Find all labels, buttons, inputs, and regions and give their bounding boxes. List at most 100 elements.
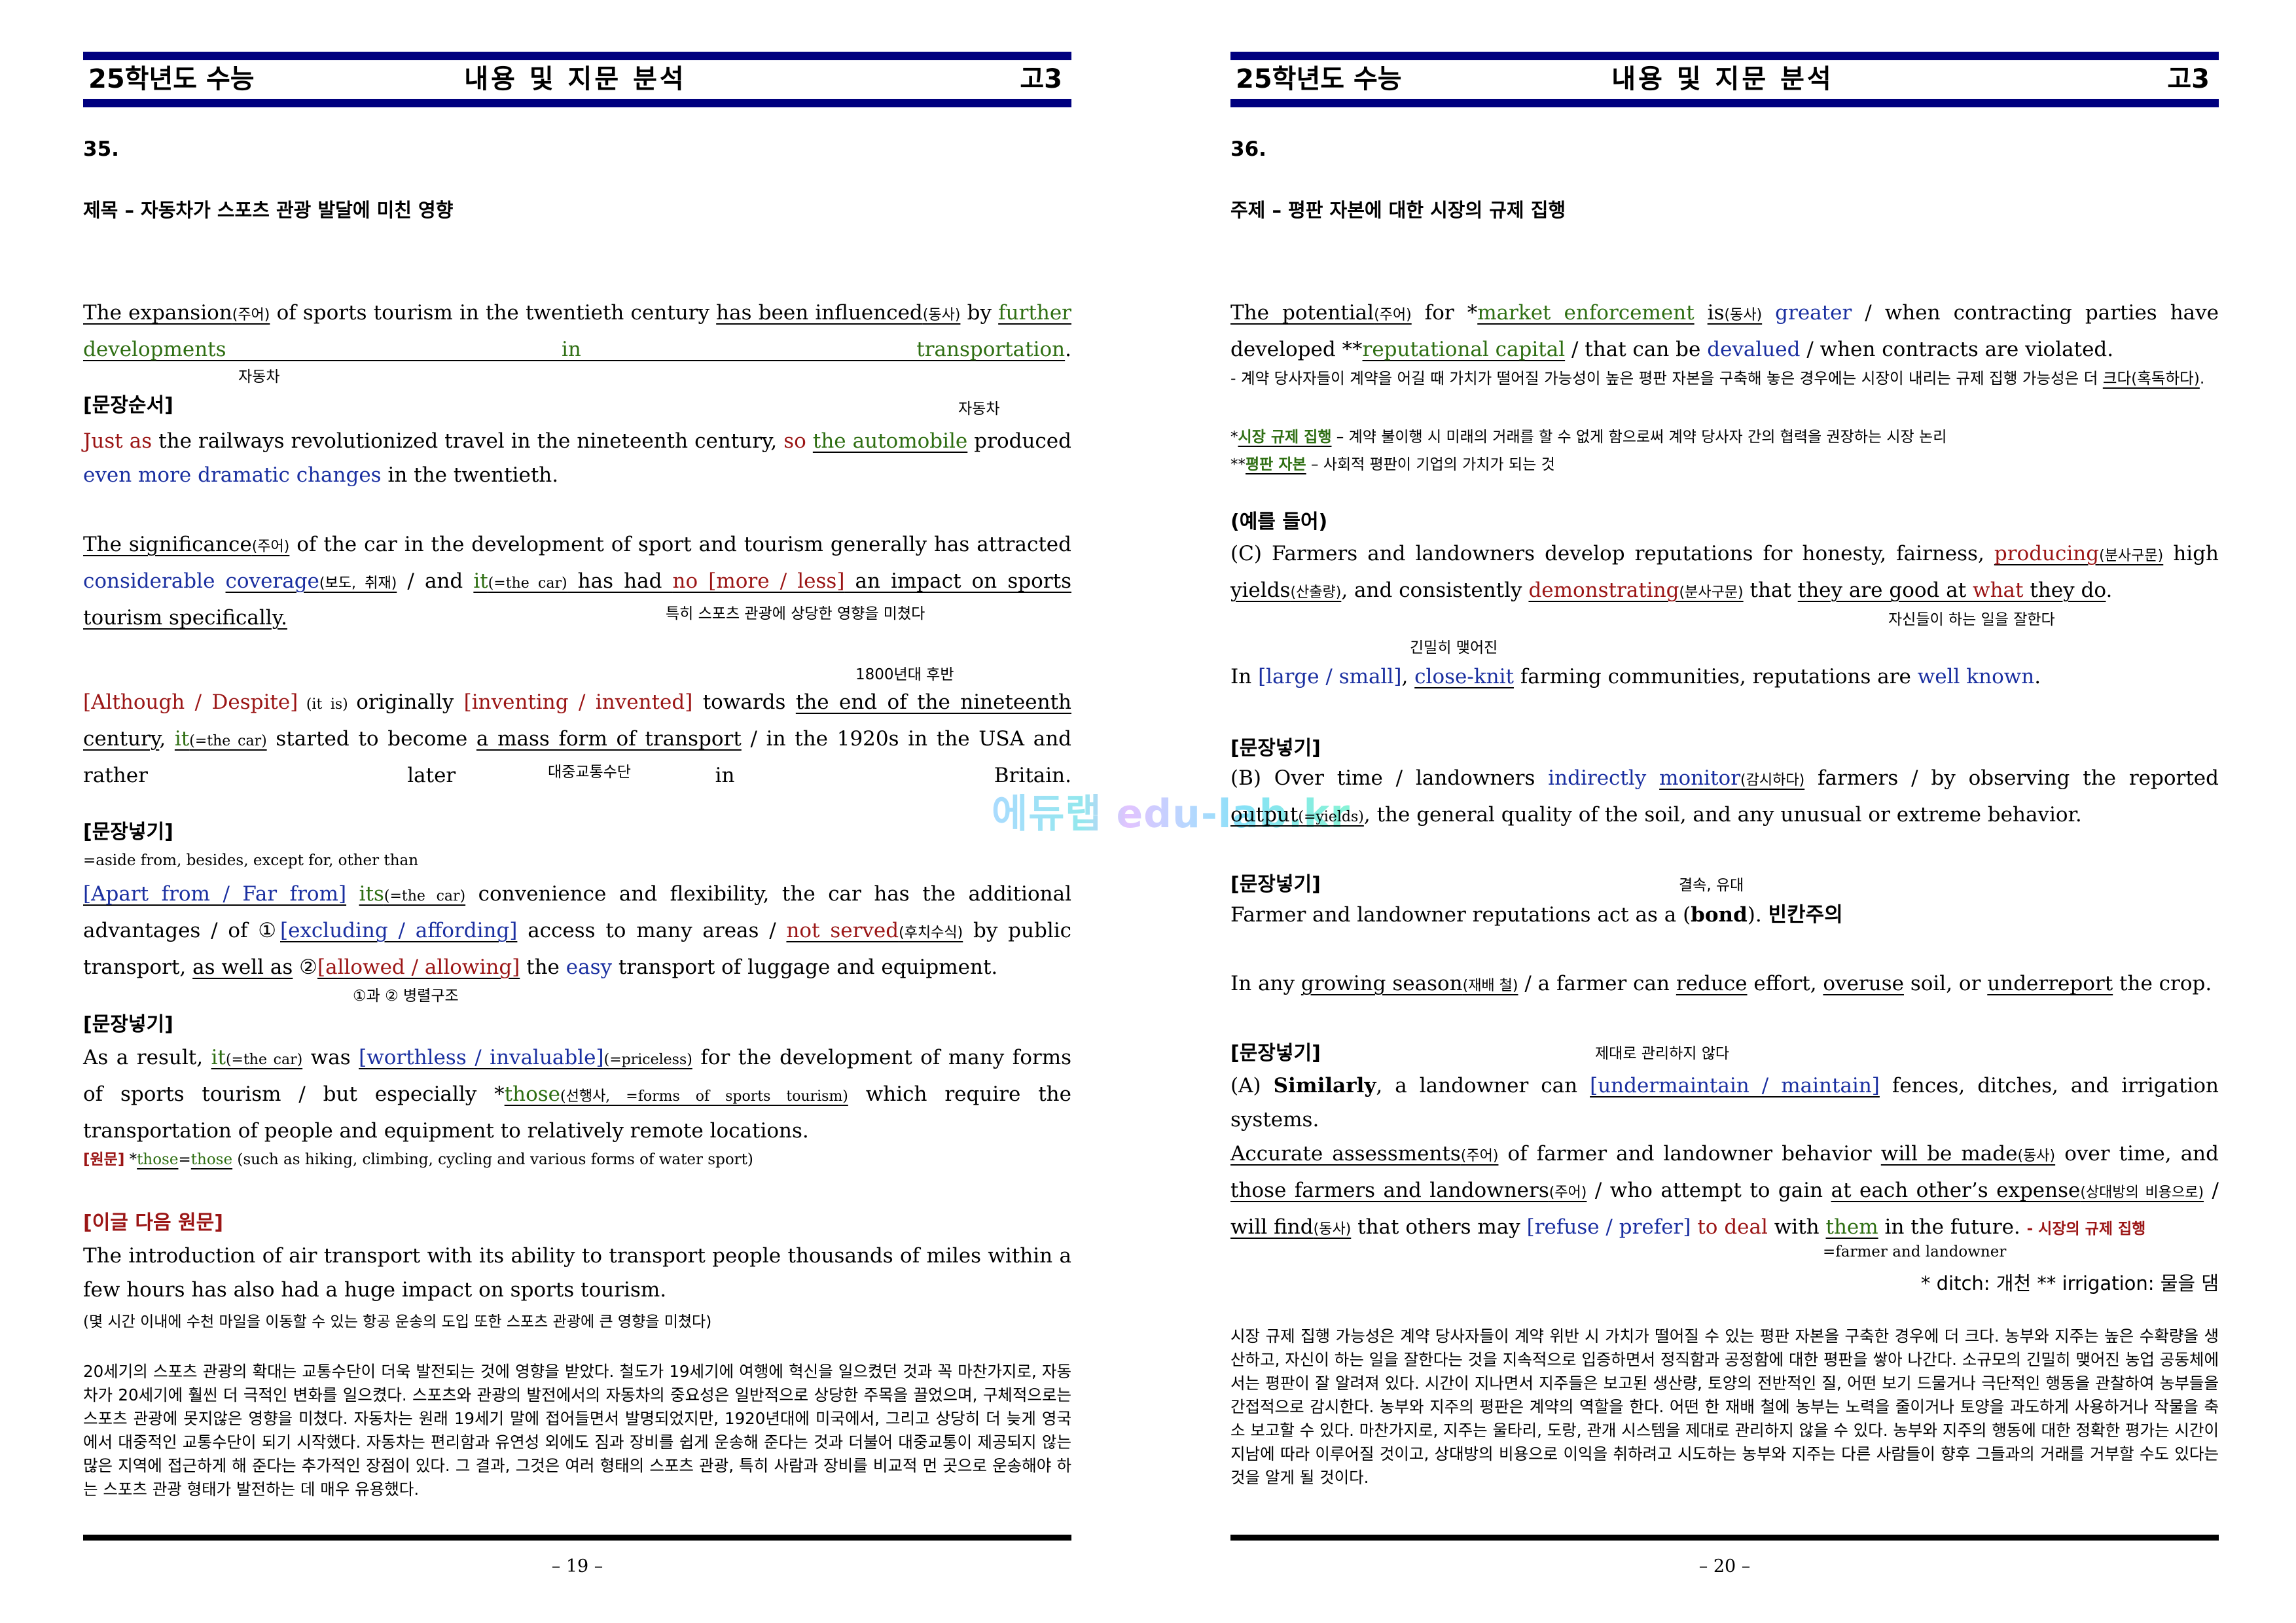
text-run: (주어) bbox=[1374, 307, 1412, 323]
text-run: those bbox=[504, 1082, 560, 1106]
text-run: / who attempt to gain bbox=[1587, 1179, 1831, 1202]
text-run: as well as bbox=[192, 955, 293, 979]
text-run: 크다(혹독하다) bbox=[2102, 369, 2200, 387]
text-run: of the car in the development of sport a… bbox=[289, 533, 1071, 556]
text-run: Similarly bbox=[1273, 1074, 1376, 1097]
header-grade: 고3 bbox=[2167, 64, 2210, 94]
note-them: =farmer and landowner bbox=[1823, 1243, 2007, 1260]
text-run: 평판 자본 bbox=[1246, 456, 1306, 473]
text-run: The significance(주어) bbox=[83, 533, 289, 556]
text-run: for * bbox=[1411, 301, 1478, 325]
text-run: (주어) bbox=[1460, 1148, 1499, 1164]
text-run: it bbox=[174, 727, 190, 751]
text-run: reputational capital bbox=[1362, 338, 1566, 361]
text-run: coverage(보도, 취재) bbox=[226, 569, 397, 593]
text-run: its(=the car) bbox=[359, 882, 466, 906]
text-run: (=the car) bbox=[189, 733, 267, 749]
note-significant-impact: 특히 스포츠 관광에 상당한 영향을 미쳤다 bbox=[666, 605, 925, 622]
text-run bbox=[1691, 1215, 1697, 1239]
paragraph-c: (C) Farmers and landowners develop reput… bbox=[1230, 537, 2219, 610]
text-run: ② bbox=[293, 955, 317, 979]
text-run bbox=[806, 429, 813, 453]
note-undermaintain: 제대로 관리하지 않다 bbox=[1595, 1045, 1730, 1062]
text-run: [allowed / allowing] bbox=[317, 955, 520, 979]
text-run: (감시하다) bbox=[1740, 772, 1805, 789]
text-run: monitor(감시하다) bbox=[1659, 766, 1804, 790]
text-run bbox=[1695, 301, 1708, 325]
text-run: (동사) bbox=[2017, 1148, 2056, 1164]
text-run: a mass form of transport bbox=[476, 727, 742, 751]
text-run: has had bbox=[567, 569, 673, 593]
text-run: devalued bbox=[1707, 338, 1801, 361]
text-run: the railways revolutionized travel in th… bbox=[152, 429, 784, 453]
section-tag-example: (예를 들어) bbox=[1230, 510, 1328, 533]
text-run: it bbox=[211, 1046, 226, 1069]
text-run: Accurate assessments bbox=[1230, 1142, 1461, 1166]
section-tag-next: [이글 다음 원문] bbox=[83, 1211, 223, 1234]
text-run: to deal bbox=[1697, 1215, 1768, 1239]
text-run: , and consistently bbox=[1341, 579, 1529, 602]
page-header: 25학년도 수능 내용 및 지문 분석 고3 bbox=[1236, 60, 2210, 98]
text-run: is(동사) bbox=[1708, 301, 1762, 325]
text-run: what bbox=[1973, 579, 2024, 602]
text-run: it(=the car) bbox=[175, 727, 267, 751]
text-run: started to become bbox=[266, 727, 476, 751]
text-run: , bbox=[159, 727, 175, 751]
text-run: those farmers and landowners(주어) bbox=[1230, 1179, 1587, 1202]
text-run: (재배 철) bbox=[1462, 978, 1518, 994]
text-run: high bbox=[2163, 542, 2219, 565]
text-run: (동사) bbox=[922, 307, 961, 323]
page-19: 25학년도 수능 내용 및 지문 분석 고3 35. 제목 – 자동차가 스포츠… bbox=[83, 0, 1071, 1623]
text-run: indirectly bbox=[1548, 766, 1647, 790]
text-run: yields(산출량) bbox=[1230, 579, 1341, 602]
text-run: demonstrating bbox=[1528, 579, 1679, 602]
text-run: (동사) bbox=[1724, 307, 1763, 323]
section-tag-insert-3: [문장넣기] bbox=[1230, 1042, 1321, 1065]
header-bar-top bbox=[83, 52, 1071, 60]
text-run: (주어) bbox=[232, 307, 270, 323]
text-run: - 시장의 규제 집행 bbox=[2026, 1221, 2146, 1238]
text-run: . bbox=[2034, 665, 2041, 688]
paragraph-potential: The potential(주어) for *market enforcemen… bbox=[1230, 296, 2219, 366]
text-run: - 계약 당사자들이 계약을 어길 때 가치가 떨어질 가능성이 높은 평판 자… bbox=[1230, 369, 2103, 387]
text-run: As a result, bbox=[83, 1046, 211, 1069]
text-run: (선행사, =forms of sports tourism) bbox=[560, 1088, 848, 1105]
page-header: 25학년도 수능 내용 및 지문 분석 고3 bbox=[88, 60, 1062, 98]
text-run: [worthless / invaluable](=priceless) bbox=[359, 1046, 692, 1069]
text-run: [worthless / invaluable] bbox=[359, 1046, 604, 1069]
section-tag-insert-2: [문장넣기] bbox=[83, 1013, 173, 1036]
note-mass-transport: 대중교통수단 bbox=[548, 764, 631, 781]
text-run: . bbox=[2106, 579, 2113, 602]
text-run: 빈칸주의 bbox=[1768, 903, 1843, 927]
section-tag-order: [문장순서] bbox=[83, 394, 173, 417]
text-run: / that can be bbox=[1565, 338, 1708, 361]
header-title: 내용 및 지문 분석 bbox=[1611, 64, 1834, 94]
text-run: (주어) bbox=[251, 539, 290, 555]
paragraph-as-a-result: As a result, it(=the car) was [worthless… bbox=[83, 1041, 1071, 1148]
text-run: those bbox=[137, 1151, 179, 1168]
text-run: = bbox=[178, 1151, 191, 1168]
text-run: [large / small] bbox=[1258, 665, 1402, 688]
text-run: well known bbox=[1917, 665, 2035, 688]
text-run: at each other’s expense bbox=[1831, 1179, 2081, 1202]
paragraph-just-as: Just as the railways revolutionized trav… bbox=[83, 424, 1071, 492]
text-run: In bbox=[1230, 665, 1259, 688]
text-run: – 사회적 평판이 기업의 가치가 되는 것 bbox=[1306, 456, 1555, 473]
text-run: that others may bbox=[1351, 1215, 1527, 1239]
text-run bbox=[346, 882, 359, 906]
text-run: considerable bbox=[83, 569, 215, 593]
question-number: 35. bbox=[83, 137, 119, 161]
paragraph-apart-from: [Apart from / Far from] its(=the car) co… bbox=[83, 877, 1071, 984]
text-run: (분사구문) bbox=[2099, 548, 2164, 564]
section-tag-insert-1: [문장넣기] bbox=[83, 821, 173, 844]
header-title: 내용 및 지문 분석 bbox=[464, 64, 687, 94]
page-number: – 19 – bbox=[551, 1556, 603, 1577]
text-run: , bbox=[1401, 665, 1415, 688]
text-run: of sports tourism in the twentieth centu… bbox=[270, 301, 717, 325]
text-run: will find(동사) bbox=[1230, 1215, 1351, 1239]
text-run: [refuse / prefer] bbox=[1526, 1215, 1691, 1239]
text-run: The expansion bbox=[83, 301, 232, 325]
text-run: [Apart from / Far from] bbox=[83, 882, 347, 906]
text-run: was bbox=[302, 1046, 359, 1069]
text-run bbox=[215, 569, 225, 593]
